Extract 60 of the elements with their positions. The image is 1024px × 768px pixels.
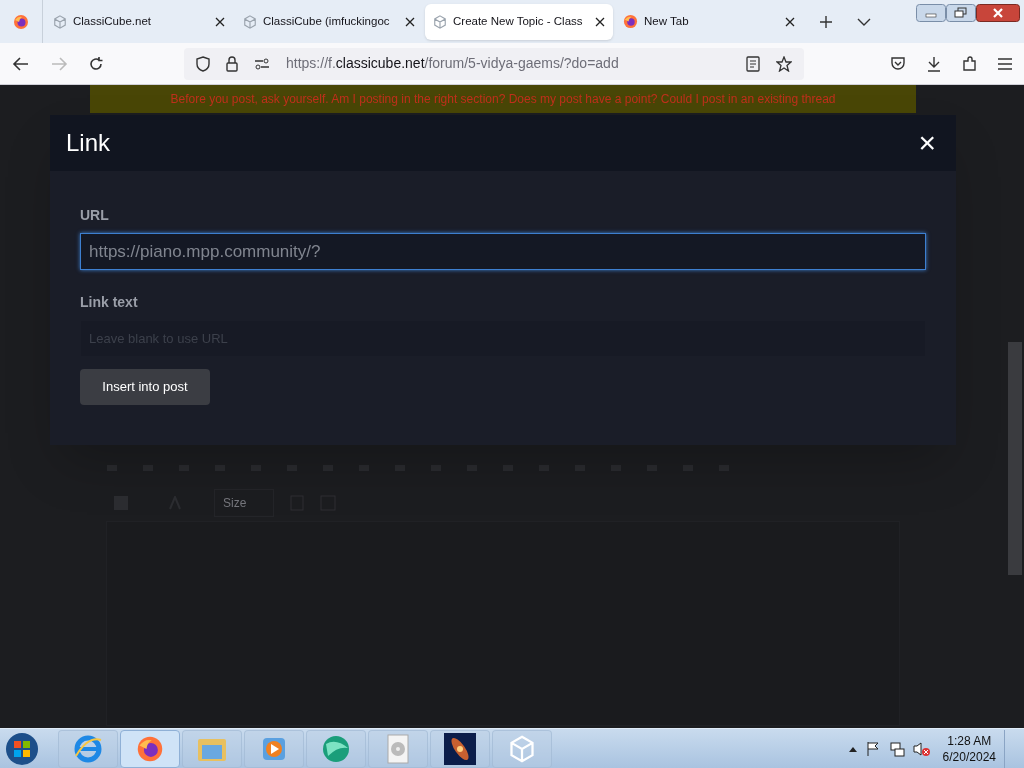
tab-title: ClassiCube (imfuckingoc (263, 13, 391, 29)
back-arrow-icon[interactable] (12, 55, 30, 72)
clock-date: 6/20/2024 (942, 748, 996, 765)
browser-tab[interactable]: ClassiCube.net (45, 3, 233, 40)
shield-icon (196, 55, 210, 72)
puzzle-icon[interactable] (962, 55, 978, 72)
chevron-down-icon[interactable] (857, 16, 871, 27)
galaxy-icon (444, 732, 476, 765)
dialog-title: Link (66, 128, 111, 158)
firefox-icon (136, 734, 164, 763)
clock-time: 1:28 AM (947, 732, 992, 749)
field-label: Link text (80, 293, 139, 312)
tab-title: ClassiCube.net (73, 13, 152, 29)
restore-icon[interactable] (946, 4, 976, 22)
size-dropdown[interactable]: Size (214, 489, 274, 517)
firefox-icon (623, 14, 638, 29)
tab-title: Create New Topic - Class (453, 13, 584, 29)
lock-icon (226, 55, 238, 72)
globe-icon (320, 733, 352, 764)
network-icon[interactable] (888, 740, 905, 757)
cube-icon (433, 14, 447, 29)
reload-icon[interactable] (88, 55, 104, 72)
browser-tab[interactable]: ClassiCube (imfuckingoc (235, 3, 423, 40)
insert-button[interactable]: Insert into post (80, 369, 210, 405)
address-bar[interactable]: https://f.classicube.net/forum/5-vidya-gaems/?do=add (184, 47, 804, 80)
menu-icon[interactable] (998, 57, 1012, 70)
cube-icon (53, 14, 67, 29)
browser-tab[interactable]: Create New Topic - Class (425, 3, 613, 40)
taskbar-app[interactable] (120, 729, 180, 768)
firefox-icon (13, 13, 29, 30)
browser-icon (73, 733, 103, 764)
caret-up-icon[interactable] (848, 745, 857, 752)
tab-title: New Tab (644, 13, 690, 29)
cube-icon (508, 734, 536, 763)
minimize-icon[interactable] (916, 4, 946, 22)
close-icon[interactable] (595, 16, 605, 27)
plus-icon[interactable] (819, 14, 833, 29)
pocket-icon[interactable] (890, 55, 906, 72)
close-button[interactable]: × (914, 128, 940, 158)
permissions-icon (254, 57, 270, 70)
reader-view-icon[interactable] (746, 55, 760, 72)
taskbar-app[interactable] (430, 729, 490, 768)
close-icon[interactable] (976, 4, 1020, 22)
browser-tab[interactable]: New Tab (615, 3, 803, 40)
close-icon[interactable] (405, 16, 415, 27)
flag-icon[interactable] (864, 740, 881, 757)
download-icon[interactable] (926, 55, 942, 72)
muted-speaker-icon[interactable] (912, 740, 931, 757)
cube-icon (243, 14, 257, 29)
input-field[interactable]: https://piano.mpp.community/? (80, 233, 926, 270)
close-icon[interactable] (785, 16, 795, 27)
star-icon[interactable] (776, 55, 792, 72)
forward-arrow-icon[interactable] (50, 55, 68, 72)
field-label: URL (80, 206, 110, 225)
url-text: https://f.classicube.net/forum/5-vidya-gaems/?do=add (286, 54, 619, 73)
start-orb-icon[interactable] (4, 730, 40, 767)
clock[interactable]: 1:28 AM 6/20/2024 (942, 732, 996, 765)
play-icon (261, 735, 287, 762)
close-icon[interactable] (215, 16, 225, 27)
notice-text: Before you post, ask yourself. Am I posting in the right section? Does my post have a point? Could I post in an existing thread (170, 91, 836, 108)
